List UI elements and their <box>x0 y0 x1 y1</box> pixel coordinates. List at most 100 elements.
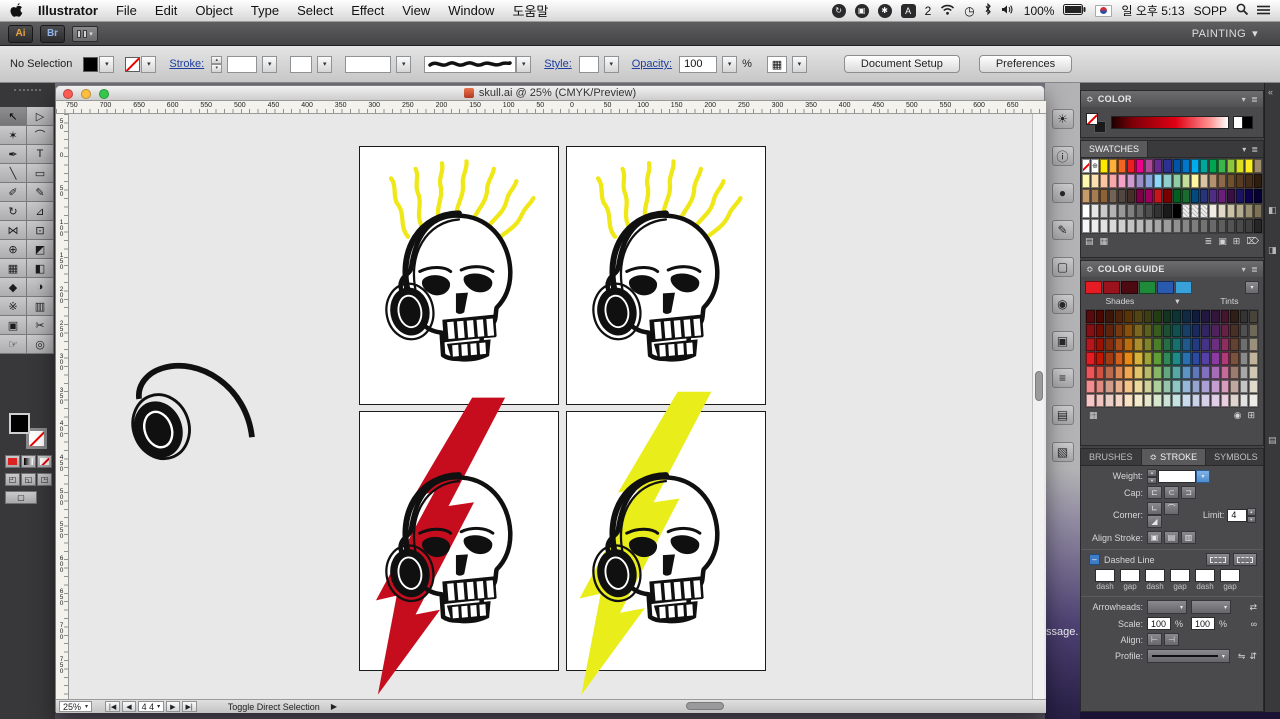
color-guide-swatch[interactable] <box>1124 310 1134 323</box>
artboard-number-field[interactable]: 4 4 ▾ <box>137 701 165 712</box>
color-guide-swatch[interactable] <box>1134 394 1143 407</box>
swatch[interactable] <box>1208 159 1217 173</box>
swatch[interactable] <box>1181 159 1190 173</box>
swatch[interactable] <box>1127 204 1136 218</box>
info-panel-icon[interactable]: ⓘ <box>1051 146 1074 166</box>
color-guide-swatch[interactable] <box>1124 352 1134 365</box>
panel-menu-icon[interactable]: ≣ <box>1251 145 1258 154</box>
perspective-grid-tool[interactable]: ◩ <box>27 240 54 259</box>
weight-stepper[interactable]: ▴ ▾ <box>1147 469 1157 484</box>
vertical-scrollbar[interactable] <box>1032 114 1044 699</box>
swatch[interactable] <box>1244 219 1253 233</box>
new-color-group-icon[interactable]: ▣ <box>1218 236 1227 247</box>
color-guide-swatch[interactable] <box>1124 380 1134 393</box>
swatch[interactable] <box>1100 159 1109 173</box>
color-guide-swatch[interactable] <box>1086 366 1095 379</box>
color-guide-swatch[interactable] <box>1210 366 1220 379</box>
color-guide-swatch[interactable] <box>1249 310 1258 323</box>
swatch[interactable] <box>1091 174 1100 188</box>
swatch[interactable] <box>1235 219 1244 233</box>
stroke-weight-stepper[interactable]: ▴ ▾ <box>211 55 223 73</box>
magic-wand-tool[interactable]: ✶ <box>0 126 27 145</box>
notification-center-icon[interactable] <box>1257 4 1270 18</box>
edit-colors-icon[interactable]: ◉ <box>1234 410 1242 421</box>
color-guide-swatch[interactable] <box>1210 310 1220 323</box>
opacity-panel-link[interactable]: Opacity: <box>632 58 672 70</box>
color-guide-swatch[interactable] <box>1201 310 1210 323</box>
color-guide-swatch[interactable] <box>1143 324 1153 337</box>
previous-artboard-button[interactable]: ◀ <box>122 701 136 712</box>
bluetooth-icon[interactable] <box>984 2 992 18</box>
panel-dropdown-icon[interactable]: ▾ <box>1242 95 1246 104</box>
minimize-button[interactable] <box>81 88 91 99</box>
rectangle-tool[interactable]: ▭ <box>27 164 54 183</box>
dock-tab-icon-1[interactable]: ◧ <box>1268 205 1277 216</box>
swatch[interactable] <box>1244 189 1253 203</box>
cap-button[interactable]: ⊂ <box>1164 486 1179 499</box>
swatch[interactable] <box>1226 219 1235 233</box>
color-guide-swatch[interactable] <box>1220 324 1230 337</box>
menu-item[interactable]: Select <box>288 3 342 18</box>
color-guide-swatch[interactable] <box>1249 394 1258 407</box>
apple-menu-icon[interactable] <box>10 3 23 18</box>
swatch[interactable] <box>1235 159 1244 173</box>
swatch[interactable] <box>1208 219 1217 233</box>
swatch[interactable] <box>1091 189 1100 203</box>
corner-button[interactable]: ⌒ <box>1164 502 1179 515</box>
gap-field-3[interactable] <box>1220 569 1240 582</box>
first-artboard-button[interactable]: |◀ <box>105 701 121 712</box>
harmony-color-swatch[interactable] <box>1139 281 1156 294</box>
swatch[interactable] <box>1253 159 1262 173</box>
swatch[interactable] <box>1154 174 1163 188</box>
color-guide-swatch[interactable] <box>1143 394 1153 407</box>
menu-clock[interactable]: 일 오후 5:13 <box>1121 2 1184 19</box>
color-guide-swatch[interactable] <box>1134 324 1143 337</box>
color-guide-swatch[interactable] <box>1105 394 1114 407</box>
swatch[interactable] <box>1172 219 1181 233</box>
swatch[interactable] <box>1136 189 1145 203</box>
arrowhead-start-dropdown[interactable]: ▾ <box>1147 600 1187 614</box>
dash-field-1[interactable] <box>1095 569 1115 582</box>
panel-dropdown-icon[interactable]: ▾ <box>1242 145 1246 154</box>
color-fill-stroke-indicator[interactable] <box>1086 113 1106 133</box>
harmony-color-swatch[interactable] <box>1121 281 1138 294</box>
swatch[interactable] <box>1163 219 1172 233</box>
draw-inside-button[interactable]: ◳ <box>37 473 52 486</box>
corner-button[interactable]: ∟ <box>1147 502 1162 515</box>
color-guide-swatch[interactable] <box>1220 380 1230 393</box>
input-source-icon[interactable]: A <box>900 3 916 18</box>
swatch[interactable] <box>1181 189 1190 203</box>
none-button[interactable] <box>37 455 52 468</box>
stroke-swatch[interactable] <box>125 56 141 72</box>
style-panel-link[interactable]: Style: <box>544 58 572 70</box>
bridge-button[interactable]: Br <box>40 24 65 43</box>
menu-item[interactable]: Window <box>439 3 503 18</box>
swatch[interactable] <box>1190 219 1199 233</box>
color-guide-swatch[interactable] <box>1124 394 1134 407</box>
width-tool[interactable]: ⋈ <box>0 221 27 240</box>
color-guide-swatch[interactable] <box>1191 338 1201 351</box>
color-guide-swatch[interactable] <box>1114 366 1124 379</box>
swatch[interactable] <box>1100 219 1109 233</box>
horizontal-scrollbar-thumb[interactable] <box>686 702 724 710</box>
wifi-icon[interactable] <box>940 4 955 18</box>
color-guide-swatch[interactable] <box>1143 352 1153 365</box>
screen-mode-button[interactable]: ▢ <box>5 491 37 504</box>
scale-tool[interactable]: ⊿ <box>27 202 54 221</box>
color-guide-swatch[interactable] <box>1162 310 1172 323</box>
swatch[interactable] <box>1217 189 1226 203</box>
swatch[interactable] <box>1190 189 1199 203</box>
color-guide-swatch[interactable] <box>1239 394 1249 407</box>
status-menu-arrow[interactable]: ▶ <box>331 702 337 711</box>
color-guide-swatch[interactable] <box>1095 394 1105 407</box>
swatch[interactable] <box>1217 204 1226 218</box>
swatch[interactable] <box>1253 219 1262 233</box>
symbols-panel-icon[interactable]: ◉ <box>1051 294 1074 314</box>
harmony-color-swatch[interactable] <box>1103 281 1120 294</box>
blend-tool[interactable]: ◑ <box>27 278 54 297</box>
artboard-4[interactable] <box>566 391 766 695</box>
swatch-kinds-icon[interactable]: ▦ <box>1100 236 1109 247</box>
swatch[interactable] <box>1109 219 1118 233</box>
corner-button[interactable]: ◢ <box>1147 515 1162 528</box>
color-guide-swatch[interactable] <box>1230 394 1239 407</box>
